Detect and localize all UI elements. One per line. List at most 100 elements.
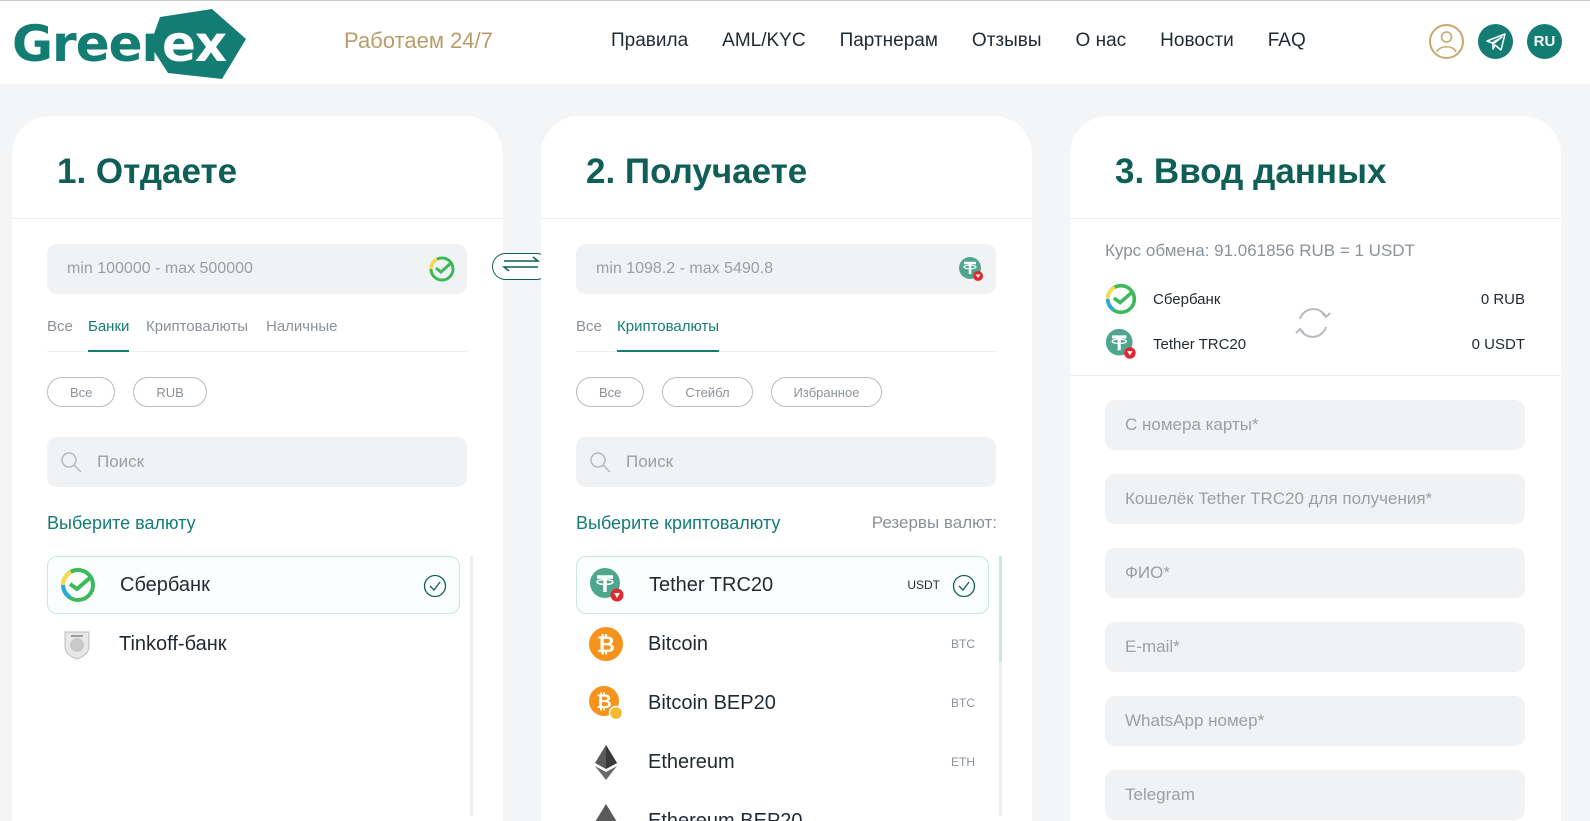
- email-field: [1105, 622, 1525, 672]
- give-list-scrollbar[interactable]: [470, 556, 473, 816]
- bitcoin-icon: ₿: [588, 626, 624, 662]
- tab-cash[interactable]: Наличные: [266, 318, 338, 352]
- language-switch[interactable]: RU: [1527, 24, 1562, 59]
- wallet-field: [1105, 474, 1525, 524]
- search-icon: [59, 450, 83, 479]
- ethereum-icon: [588, 803, 624, 821]
- list-item-bitcoin-bep20[interactable]: ₿ Bitcoin BEP20 BTC: [576, 674, 989, 732]
- telegram-input[interactable]: [1105, 770, 1525, 820]
- currency-ticker: BTC: [951, 637, 975, 651]
- greenex-logo[interactable]: Green ex: [12, 9, 246, 81]
- email-input[interactable]: [1105, 622, 1525, 672]
- tab-crypto[interactable]: Криптовалюты: [617, 318, 720, 352]
- nav-about[interactable]: О нас: [1076, 30, 1127, 52]
- svg-text:₿: ₿: [596, 691, 611, 713]
- working-hours: Работаем 24/7: [344, 28, 493, 53]
- give-currency-list: Сбербанк Tinkoff-банк: [47, 556, 477, 674]
- currency-name: Ethereum: [648, 750, 735, 773]
- currency-name: Tether TRC20: [649, 573, 774, 596]
- summary-give-value: 0 RUB: [1480, 290, 1525, 308]
- search-icon: [588, 450, 612, 479]
- card-number-input[interactable]: [1105, 400, 1525, 450]
- receive-title: 2. Получаете: [586, 152, 808, 191]
- tether-trc20-icon: [1105, 328, 1137, 360]
- currency-ticker: ETH: [951, 755, 975, 769]
- summary-receive-row: Tether TRC20 0 USDT: [1105, 327, 1525, 361]
- give-amount-field: [47, 244, 467, 294]
- chip-all[interactable]: Все: [47, 377, 116, 407]
- nav-reviews[interactable]: Отзывы: [972, 30, 1042, 52]
- give-amount-input[interactable]: [47, 244, 467, 294]
- receive-tabs: Все Криптовалюты: [576, 318, 996, 352]
- sberbank-icon: [1105, 283, 1137, 315]
- nav-aml-kyc[interactable]: AML/KYC: [722, 30, 805, 52]
- reserves-label[interactable]: Резервы валют:: [872, 513, 997, 533]
- header-actions: RU: [1429, 24, 1562, 59]
- receive-amount-field: [576, 244, 996, 294]
- tether-trc20-icon: [958, 256, 984, 287]
- main-nav: Правила AML/KYC Партнерам Отзывы О нас Н…: [611, 30, 1340, 52]
- give-title: 1. Отдаете: [57, 152, 238, 191]
- nav-partners[interactable]: Партнерам: [840, 30, 938, 52]
- summary-give-name: Сбербанк: [1153, 290, 1221, 308]
- summary-receive-name: Tether TRC20: [1153, 335, 1247, 353]
- list-item-tinkoff[interactable]: Tinkoff-банк: [47, 615, 460, 673]
- receive-filter-chips: Все Стейбл Избранное: [576, 377, 883, 407]
- currency-name: Bitcoin BEP20: [648, 691, 776, 714]
- wallet-input[interactable]: [1105, 474, 1525, 524]
- nav-faq[interactable]: FAQ: [1268, 30, 1306, 52]
- swap-arrows-icon: [500, 256, 542, 277]
- list-item-sberbank[interactable]: Сбербанк: [47, 556, 460, 614]
- give-filter-chips: Все RUB: [47, 377, 207, 407]
- whatsapp-input[interactable]: [1105, 696, 1525, 746]
- receive-search-input[interactable]: [576, 437, 996, 487]
- bitcoin-bep20-icon: ₿: [588, 685, 624, 721]
- receive-choose-label: Выберите криптовалюту: [576, 513, 781, 533]
- currency-name: Сбербанк: [120, 573, 210, 596]
- receive-panel: 2. Получаете Все Криптовалюты Все Стейбл…: [541, 116, 1032, 821]
- divider: [12, 218, 503, 219]
- full-name-input[interactable]: [1105, 548, 1525, 598]
- details-panel: 3. Ввод данных Курс обмена: 91.061856 RU…: [1070, 116, 1561, 821]
- tab-all[interactable]: Все: [576, 318, 602, 352]
- telegram-icon[interactable]: [1478, 24, 1513, 59]
- list-item-ethereum-bep20[interactable]: Ethereum BEP20: [576, 792, 989, 821]
- user-account-icon[interactable]: [1429, 24, 1464, 59]
- give-search-input[interactable]: [47, 437, 467, 487]
- whatsapp-field: [1105, 696, 1525, 746]
- list-item-bitcoin[interactable]: ₿ Bitcoin BTC: [576, 615, 989, 673]
- list-item-tether-trc20[interactable]: Tether TRC20 USDT: [576, 556, 989, 614]
- full-name-field: [1105, 548, 1525, 598]
- divider: [1070, 375, 1561, 376]
- currency-name: Tinkoff-банк: [119, 632, 227, 655]
- chip-favorites[interactable]: Избранное: [770, 377, 883, 407]
- give-tabs: Все Банки Криптовалюты Наличные: [47, 318, 467, 352]
- tab-crypto[interactable]: Криптовалюты: [146, 318, 248, 352]
- sberbank-icon: [429, 256, 455, 287]
- receive-amount-input[interactable]: [576, 244, 996, 294]
- divider: [541, 218, 1032, 219]
- nav-rules[interactable]: Правила: [611, 30, 688, 52]
- svg-text:₿: ₿: [597, 633, 615, 658]
- details-title: 3. Ввод данных: [1115, 152, 1387, 191]
- currency-ticker: BTC: [951, 696, 975, 710]
- divider: [1070, 218, 1561, 219]
- check-circle-icon: [952, 574, 976, 603]
- chip-rub[interactable]: RUB: [133, 377, 207, 407]
- scrollbar-thumb[interactable]: [999, 556, 1002, 662]
- receive-currency-list: Tether TRC20 USDT ₿ Bitcoin BTC ₿ Bitcoi…: [576, 556, 1006, 821]
- receive-list-scrollbar[interactable]: [999, 556, 1002, 816]
- site-header: Green ex Работаем 24/7 Правила AML/KYC П…: [0, 0, 1590, 84]
- telegram-field: [1105, 770, 1525, 820]
- nav-news[interactable]: Новости: [1160, 30, 1234, 52]
- sberbank-icon: [60, 567, 96, 603]
- tether-trc20-icon: [589, 567, 625, 603]
- chip-all[interactable]: Все: [576, 377, 645, 407]
- tab-all[interactable]: Все: [47, 318, 73, 352]
- list-item-ethereum[interactable]: Ethereum ETH: [576, 733, 989, 791]
- receive-search: [576, 437, 996, 487]
- card-number-field: [1105, 400, 1525, 450]
- chip-stable[interactable]: Стейбл: [662, 377, 753, 407]
- check-circle-icon: [423, 574, 447, 603]
- tab-banks[interactable]: Банки: [88, 318, 130, 352]
